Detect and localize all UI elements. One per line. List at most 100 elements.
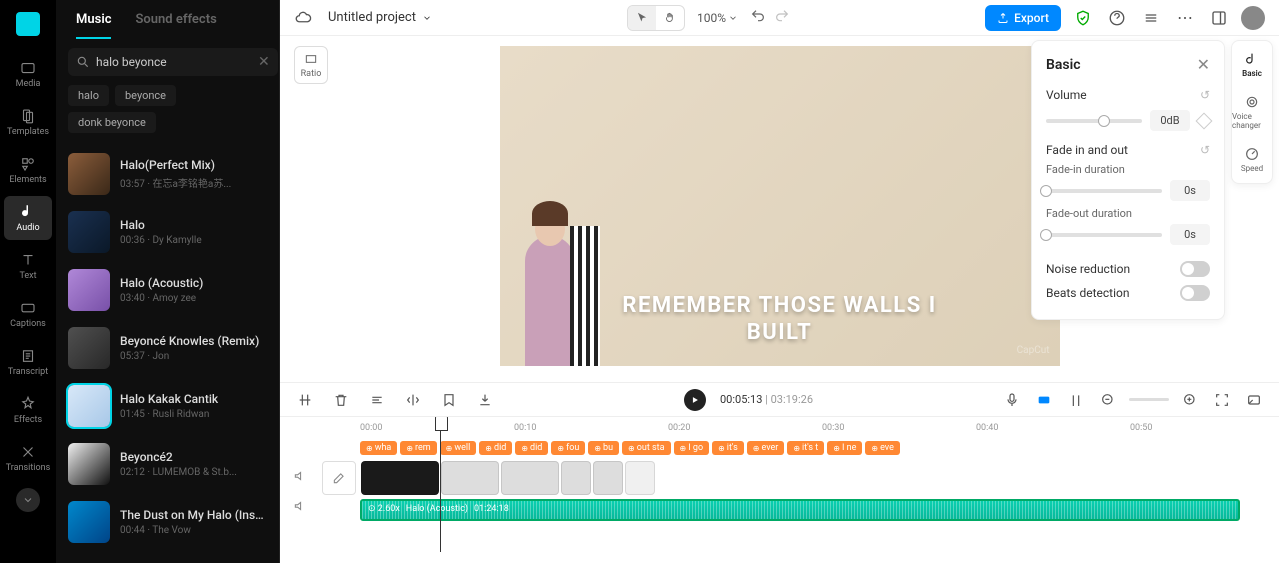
beats-detection-toggle[interactable] (1180, 285, 1210, 301)
volume-slider[interactable] (1046, 119, 1142, 123)
rail-more[interactable] (16, 488, 40, 512)
undo-button[interactable] (750, 8, 766, 28)
video-clip[interactable] (561, 461, 591, 495)
mic-tool[interactable] (1001, 389, 1023, 411)
zoom-percent[interactable]: 100% (697, 11, 738, 25)
redo-button[interactable] (774, 8, 790, 28)
track-row[interactable]: Halo (Acoustic) 03:40 · Amoy zee (68, 261, 267, 319)
more-icon[interactable]: ⋯ (1173, 6, 1197, 30)
mirror-tool[interactable] (402, 389, 424, 411)
search-box[interactable]: ✕ (68, 48, 278, 76)
volume-reset-icon[interactable]: ↺ (1200, 88, 1210, 102)
track-row[interactable]: Halo(Perfect Mix) 03:57 · 在忘a李铭艳a苏... (68, 145, 267, 203)
zoom-slider[interactable] (1129, 398, 1169, 401)
caption-chip[interactable]: ⊕did (515, 441, 548, 455)
volume-keyframe-icon[interactable] (1196, 112, 1213, 129)
caption-chip[interactable]: ⊕eve (865, 441, 900, 455)
fade-in-slider[interactable] (1046, 189, 1162, 193)
inspector-close-icon[interactable]: ✕ (1197, 55, 1210, 74)
chip[interactable]: donk beyonce (68, 112, 156, 133)
audio-clip[interactable]: ⊙ 2.60x Halo (Acoustic) 01:24:18 (360, 499, 1240, 521)
rail-media[interactable]: Media (4, 52, 52, 96)
settings-tool[interactable] (1243, 389, 1265, 411)
track-row[interactable]: The Dust on My Halo (Instrumental) 00:44… (68, 493, 267, 551)
pan-tool[interactable] (656, 6, 684, 30)
track-row[interactable]: Halo 00:36 · Dy Kamylle (68, 203, 267, 261)
rail-audio[interactable]: Audio (4, 196, 52, 240)
caption-chip[interactable]: ⊕it's t (787, 441, 824, 455)
caption-chip[interactable]: ⊕well (440, 441, 477, 455)
track-row[interactable]: Halo Kakak Cantik 01:45 · Rusli Ridwan (68, 377, 267, 435)
caption-chip[interactable]: ⊕fou (551, 441, 585, 455)
video-clip[interactable] (593, 461, 623, 495)
autocaption-tool[interactable] (1033, 389, 1055, 411)
video-track-edit[interactable] (322, 461, 356, 495)
download-tool[interactable] (474, 389, 496, 411)
timeline[interactable]: 00:0000:1000:2000:3000:4000:50 ⊕wha⊕rem⊕… (280, 416, 1279, 552)
video-clip[interactable] (361, 461, 439, 495)
magnet-tool[interactable] (1065, 389, 1087, 411)
tab-music[interactable]: Music (76, 12, 111, 39)
rail-elements[interactable]: Elements (4, 148, 52, 192)
search-input[interactable] (96, 55, 252, 69)
zoom-out-tool[interactable] (1097, 389, 1119, 411)
fade-out-value[interactable]: 0s (1170, 224, 1210, 245)
chip[interactable]: halo (68, 85, 109, 106)
track-row[interactable]: Beyoncé2 02:12 · LUMEMOB & St.b... (68, 435, 267, 493)
caption-chip[interactable]: ⊕it's (712, 441, 744, 455)
search-clear-icon[interactable]: ✕ (258, 54, 270, 70)
video-track[interactable] (360, 459, 1279, 497)
rail-effects[interactable]: Effects (4, 388, 52, 432)
audio-track-mute[interactable] (280, 493, 320, 519)
preview-canvas[interactable]: REMEMBER THOSE WALLS I BUILT CapCut (500, 46, 1060, 366)
export-button[interactable]: Export (985, 5, 1061, 31)
marker-tool[interactable] (438, 389, 460, 411)
project-name[interactable]: Untitled project (328, 10, 432, 25)
video-clip[interactable] (441, 461, 499, 495)
playhead[interactable] (440, 417, 441, 552)
play-button[interactable] (684, 389, 706, 411)
inspector-rail-basic[interactable]: Basic (1232, 45, 1272, 84)
split-tool[interactable] (294, 389, 316, 411)
timeline-ruler[interactable]: 00:0000:1000:2000:3000:4000:50 (280, 417, 1279, 437)
rail-captions[interactable]: Captions (4, 292, 52, 336)
inspector-rail-speed[interactable]: Speed (1232, 140, 1272, 179)
settings-icon[interactable] (1139, 6, 1163, 30)
caption-chip[interactable]: ⊕bu (588, 441, 619, 455)
delete-tool[interactable] (330, 389, 352, 411)
tab-sound-effects[interactable]: Sound effects (135, 12, 216, 39)
avatar[interactable] (1241, 6, 1265, 30)
help-icon[interactable] (1105, 6, 1129, 30)
rail-text[interactable]: Text (4, 244, 52, 288)
caption-chip[interactable]: ⊕wha (360, 441, 397, 455)
cloud-icon[interactable] (294, 9, 312, 27)
caption-track-toggle[interactable] (280, 437, 320, 459)
audio-track[interactable]: ⊙ 2.60x Halo (Acoustic) 01:24:18 (360, 497, 1279, 523)
layout-icon[interactable] (1207, 6, 1231, 30)
rail-templates[interactable]: Templates (4, 100, 52, 144)
app-logo[interactable] (16, 12, 40, 36)
rail-transcript[interactable]: Transcript (4, 340, 52, 384)
fade-out-slider[interactable] (1046, 233, 1162, 237)
crop-tool[interactable] (366, 389, 388, 411)
fade-in-value[interactable]: 0s (1170, 180, 1210, 201)
inspector-rail-voice-changer[interactable]: Voice changer (1232, 88, 1272, 136)
select-tool[interactable] (628, 6, 656, 30)
ratio-button[interactable]: Ratio (294, 46, 328, 84)
caption-chip[interactable]: ⊕out sta (622, 441, 670, 455)
caption-track[interactable]: ⊕wha⊕rem⊕well⊕did⊕did⊕fou⊕bu⊕out sta⊕I g… (360, 437, 1279, 459)
video-track-mute[interactable] (280, 459, 320, 493)
video-clip[interactable] (501, 461, 559, 495)
caption-chip[interactable]: ⊕I go (674, 441, 710, 455)
rail-transitions[interactable]: Transitions (4, 436, 52, 480)
chip[interactable]: beyonce (115, 85, 176, 106)
fade-reset-icon[interactable]: ↺ (1200, 143, 1210, 157)
noise-reduction-toggle[interactable] (1180, 261, 1210, 277)
volume-value[interactable]: 0dB (1150, 110, 1190, 131)
fit-tool[interactable] (1211, 389, 1233, 411)
track-row[interactable]: Beyoncé Knowles (Remix) 05:37 · Jon (68, 319, 267, 377)
zoom-in-tool[interactable] (1179, 389, 1201, 411)
shield-icon[interactable] (1071, 6, 1095, 30)
caption-chip[interactable]: ⊕did (479, 441, 512, 455)
caption-chip[interactable]: ⊕I ne (827, 441, 862, 455)
